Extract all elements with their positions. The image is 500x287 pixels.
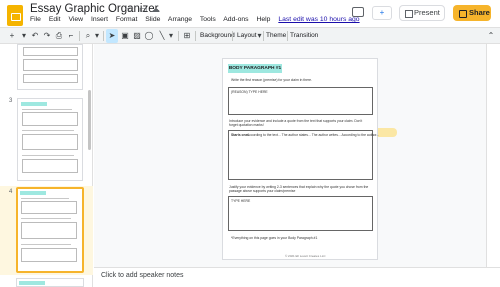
instruction-1: Write the first reason (premise) for you…: [231, 78, 312, 82]
slide-banner: BODY PARAGRAPH #1: [228, 64, 282, 73]
theme-button[interactable]: Theme: [266, 29, 286, 43]
reason-box-label: (REASON) TYPE HERE: [231, 90, 268, 94]
divider: [195, 31, 196, 41]
slide-number: 4: [9, 189, 13, 195]
slide-thumbnail[interactable]: [16, 278, 84, 287]
new-slide-icon[interactable]: +: [6, 29, 18, 43]
justification-box-label: TYPE HERE: [231, 199, 251, 203]
instruction-2b: forget quotation marks!: [229, 123, 264, 127]
menu-edit[interactable]: Edit: [49, 16, 61, 23]
redo-icon[interactable]: ↷: [42, 29, 52, 43]
toolbar: + ▾ ↶ ↷ ⎙ ⌐ ⌕ ▾ ➤ ▣ ▨ ◯ ╲ ▾ ⊞ Background…: [0, 27, 500, 44]
background-button[interactable]: Background: [200, 29, 235, 43]
layout-button[interactable]: Layout: [237, 29, 257, 43]
filmstrip-scrollbar[interactable]: [88, 90, 91, 150]
menu-format[interactable]: Format: [116, 16, 138, 23]
current-slide[interactable]: BODY PARAGRAPH #1 Write the first reason…: [222, 58, 379, 260]
menu-view[interactable]: View: [68, 16, 83, 23]
divider: [263, 31, 264, 41]
menu-addons[interactable]: Add-ons: [223, 16, 248, 23]
star-icon[interactable]: ☆: [126, 4, 134, 15]
divider: [103, 31, 104, 41]
menu-bar: File Edit View Insert Format Slide Arran…: [30, 16, 366, 23]
zoom-dropdown-icon[interactable]: ▾: [93, 29, 101, 43]
cloud-icon[interactable]: ☁: [151, 4, 160, 15]
menu-file[interactable]: File: [30, 16, 41, 23]
slide-number: 3: [9, 98, 13, 104]
present-button[interactable]: Present: [399, 5, 445, 21]
slide-thumbnail[interactable]: [17, 98, 83, 181]
evidence-text-box[interactable]: Starts one: According to the text... The…: [228, 130, 379, 180]
undo-icon[interactable]: ↶: [30, 29, 40, 43]
comment-icon[interactable]: [352, 7, 364, 17]
slide-thumbnail-selected[interactable]: [16, 187, 84, 273]
image-icon[interactable]: ▨: [132, 29, 142, 43]
side-panel: [486, 44, 500, 267]
layout-dropdown-icon[interactable]: ▾: [256, 29, 263, 43]
folder-icon[interactable]: ▭: [139, 4, 148, 15]
divider: [79, 31, 80, 41]
zoom-icon[interactable]: ⌕: [83, 29, 93, 43]
reason-text-box[interactable]: (REASON) TYPE HERE: [228, 87, 373, 115]
justification-text-box[interactable]: TYPE HERE: [228, 196, 373, 231]
line-dropdown-icon[interactable]: ▾: [167, 29, 175, 43]
evidence-hints: According to the text... The author stat…: [247, 133, 380, 137]
divider: [287, 31, 288, 41]
add-comment-icon[interactable]: ⊞: [182, 29, 192, 43]
slide-thumbnail[interactable]: [17, 44, 83, 90]
menu-tools[interactable]: Tools: [200, 16, 216, 23]
instruction-3b: passage above supports your claim/premis…: [229, 189, 296, 193]
select-cursor-icon[interactable]: ➤: [106, 29, 118, 43]
divider: [232, 31, 233, 41]
divider: [178, 31, 179, 41]
text-box-icon[interactable]: ▣: [120, 29, 130, 43]
menu-arrange[interactable]: Arrange: [168, 16, 192, 23]
paint-format-icon[interactable]: ⌐: [66, 29, 76, 43]
print-icon[interactable]: ⎙: [54, 29, 64, 43]
line-icon[interactable]: ╲: [157, 29, 167, 43]
shape-icon[interactable]: ◯: [144, 29, 154, 43]
footer-note: *Everything on this page goes in your Bo…: [231, 236, 318, 240]
collapse-toolbar-icon[interactable]: ⌃: [486, 29, 496, 43]
meet-button[interactable]: +: [372, 6, 392, 20]
chevron-down-icon[interactable]: ▾: [20, 29, 28, 43]
menu-slide[interactable]: Slide: [145, 16, 160, 23]
credit-text: © 2021 Ell Lovett Creates LLC: [285, 254, 326, 258]
speaker-notes-placeholder[interactable]: Click to add speaker notes: [101, 272, 184, 279]
slides-logo[interactable]: [7, 5, 23, 26]
transition-button[interactable]: Transition: [290, 29, 318, 43]
menu-insert[interactable]: Insert: [91, 16, 108, 23]
menu-help[interactable]: Help: [256, 16, 270, 23]
last-edit-link[interactable]: Last edit was 10 hours ago: [278, 16, 359, 23]
share-button[interactable]: Share: [453, 5, 491, 21]
